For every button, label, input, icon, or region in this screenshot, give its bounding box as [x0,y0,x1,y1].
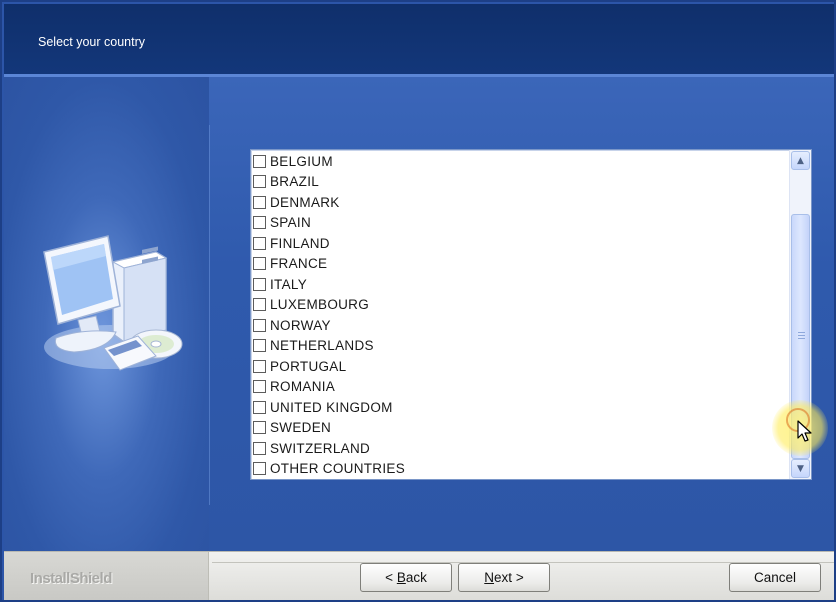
country-checkbox[interactable] [253,380,266,394]
country-list-item[interactable]: NETHERLANDS [251,336,788,357]
country-checkbox[interactable] [253,318,266,332]
scroll-down-arrow-icon[interactable]: ▼ [791,459,810,478]
country-checkbox[interactable] [253,339,266,353]
computer-setup-icon [43,235,183,371]
back-arrow: < [385,570,394,585]
country-list-item[interactable]: NORWAY [251,315,788,336]
country-list-item[interactable]: SPAIN [251,213,788,234]
cancel-button[interactable]: Cancel [729,563,821,592]
country-checkbox[interactable] [253,257,266,271]
country-label: PORTUGAL [270,358,347,374]
back-mnemonic: B [396,570,406,585]
header-bar: Select your country [4,4,834,74]
country-label: LUXEMBOURG [270,297,370,313]
scrollbar-grip [798,332,805,341]
country-label: UNITED KINGDOM [270,399,393,415]
country-label: SPAIN [270,215,312,231]
next-mnemonic: N [484,570,495,585]
country-list-item[interactable]: UNITED KINGDOM [251,397,788,418]
country-checkbox[interactable] [253,462,266,476]
installshield-logo: InstallShield [30,570,112,587]
next-arrow: > [515,570,524,585]
next-button[interactable]: Next > [458,563,550,592]
footer-bar: InstallShield < Back Next > Cancel [4,551,834,600]
country-checkbox[interactable] [253,195,266,209]
country-checkbox[interactable] [253,277,266,291]
country-label: FINLAND [270,235,330,251]
country-list-item[interactable]: SWITZERLAND [251,438,788,459]
country-label: BELGIUM [270,153,333,169]
country-list-item[interactable]: BELGIUM [251,151,788,172]
next-label-rest: ext [494,570,513,585]
back-button[interactable]: < Back [360,563,452,592]
country-list-item[interactable]: FINLAND [251,233,788,254]
country-list-item[interactable]: ITALY [251,274,788,295]
country-label: NETHERLANDS [270,338,374,354]
country-list-item[interactable]: DENMARK [251,192,788,213]
country-list-item[interactable]: PORTUGAL [251,356,788,377]
mouse-cursor-icon [797,420,812,442]
country-checkbox[interactable] [253,400,266,414]
country-checkbox[interactable] [253,216,266,230]
window-title: Select your country [38,35,145,49]
country-list-item[interactable]: FRANCE [251,254,788,275]
country-label: BRAZIL [270,174,320,190]
country-list-item[interactable]: BRAZIL [251,172,788,193]
country-label: FRANCE [270,256,328,272]
country-checkbox[interactable] [253,421,266,435]
country-list-item[interactable]: LUXEMBOURG [251,295,788,316]
country-checkbox[interactable] [253,441,266,455]
country-label: OTHER COUNTRIES [270,461,406,477]
country-label: SWEDEN [270,420,332,436]
installer-window: Select your country BELGIUM BRAZIL DENMA… [0,0,836,602]
country-list-item[interactable]: SWEDEN [251,418,788,439]
country-checkbox[interactable] [253,175,266,189]
country-checkbox[interactable] [253,154,266,168]
country-checkbox[interactable] [253,236,266,250]
country-list-items: BELGIUM BRAZIL DENMARK SPAIN FINLAND FRANCE IT… [251,150,788,479]
country-label: ITALY [270,276,308,292]
country-list-item[interactable]: OTHER COUNTRIES [251,459,788,480]
left-graphic-panel [4,77,209,551]
back-label-rest: ack [405,570,427,585]
country-list-item[interactable]: ROMANIA [251,377,788,398]
country-label: DENMARK [270,194,340,210]
brand-panel: InstallShield [4,552,209,600]
country-label: NORWAY [270,317,331,333]
panel-separator [209,125,210,505]
country-checkbox[interactable] [253,359,266,373]
country-checkbox[interactable] [253,298,266,312]
country-label: ROMANIA [270,379,336,395]
country-label: SWITZERLAND [270,440,371,456]
scroll-up-arrow-icon[interactable]: ▲ [791,151,810,170]
country-list[interactable]: BELGIUM BRAZIL DENMARK SPAIN FINLAND FRANCE IT… [250,149,812,480]
